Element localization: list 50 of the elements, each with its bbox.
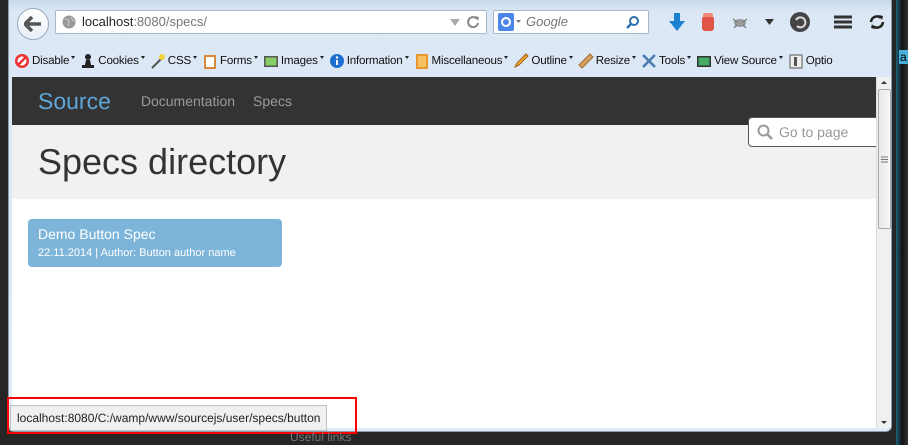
scrollbar-thumb[interactable] [878,89,890,229]
cookies-icon [80,52,96,69]
outline-icon [513,52,530,69]
background-window-text: a [899,50,908,64]
history-icon[interactable] [790,12,810,32]
spec-meta: 22.11.2014 | Author: Button author name [38,246,237,261]
toolbar-menu[interactable]: Miscellaneous [432,52,502,70]
toolbar-menu[interactable]: Information [346,52,403,70]
toolbar-menu[interactable]: Forms [220,52,252,70]
toolbar-menu[interactable]: View Source [714,52,777,70]
search-field[interactable]: Google [493,10,649,34]
address-text: localhost:8080/specs/ [82,13,208,32]
tools-icon [640,52,657,69]
resize-icon [578,52,594,69]
google-icon [498,13,522,31]
css-icon [150,52,166,69]
information-icon [328,52,345,69]
forms-icon [202,52,218,69]
caret-icon[interactable] [765,19,774,25]
spec-title: Demo Button Spec [38,226,157,242]
menu-icon[interactable] [834,15,852,29]
options-icon [788,52,804,69]
scrollbar[interactable] [876,77,891,428]
download-icon[interactable] [669,13,685,31]
site-logo[interactable]: Source [38,84,111,118]
toolbar-menu[interactable]: Disable [32,52,70,70]
background-text: Useful links [290,431,352,444]
page-title: Specs directory [38,140,286,184]
address-bar[interactable]: localhost:8080/specs/ [55,10,487,34]
misc-icon [414,52,430,69]
toolbar-menu[interactable]: Outline [531,52,567,70]
status-url: localhost:8080/C:/wamp/www/sourcejs/user/specs/button [10,405,328,431]
globe-icon [62,15,76,29]
jar-icon[interactable] [701,13,715,31]
toolbar-menu[interactable]: Optio [806,52,832,70]
back-button[interactable] [17,8,49,40]
toolbar-menu[interactable]: CSS [168,52,192,70]
nav-link[interactable]: Specs [253,90,292,112]
toolbar-menu[interactable]: Cookies [98,52,139,70]
toolbar-menu[interactable]: Tools [658,52,686,70]
search-icon [757,124,773,140]
search-icon[interactable] [626,15,640,29]
toolbar-menu[interactable]: Resize [596,52,630,70]
reload-icon[interactable] [466,15,480,29]
nav-link[interactable]: Documentation [140,90,236,112]
go-to-page-field[interactable]: Go to page [748,117,876,147]
back-arrow-icon [24,16,42,32]
sync-icon[interactable] [868,13,886,31]
toolbar-menu[interactable]: Images [280,52,318,70]
disable-icon [14,52,30,69]
